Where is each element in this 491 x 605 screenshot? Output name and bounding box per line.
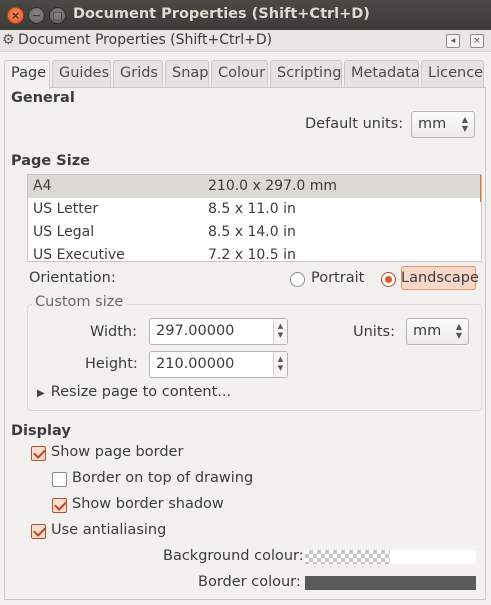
landscape-radio[interactable] [381, 272, 396, 287]
orientation-label: Orientation: [29, 270, 116, 286]
portrait-label[interactable]: Portrait [311, 270, 364, 286]
units-label: Units: [353, 324, 395, 340]
height-label: Height: [85, 356, 138, 372]
spin-arrows-icon[interactable]: ▲ ▼ [273, 352, 287, 377]
portrait-radio[interactable] [290, 272, 305, 287]
default-units-select[interactable]: mm ▲ ▼ [411, 111, 475, 138]
page-size-dimensions: 7.2 x 10.5 in [208, 247, 296, 262]
expander-arrow-icon: ▶ [37, 388, 45, 399]
page-size-list[interactable]: A4 210.0 x 297.0 mm US Letter 8.5 x 11.0… [27, 174, 482, 262]
width-label: Width: [90, 324, 138, 340]
tab-licence[interactable]: Licence [421, 60, 484, 88]
document-properties-window: × − □ Document Properties (Shift+Ctrl+D)… [0, 0, 491, 605]
custom-size-title: Custom size [32, 294, 127, 310]
show-page-border-checkbox[interactable] [31, 446, 46, 461]
tab-metadata[interactable]: Metadata [344, 60, 420, 88]
spin-arrows-icon: ▲ ▼ [455, 322, 462, 340]
minimize-icon: − [31, 9, 42, 22]
tab-colour[interactable]: Colour [211, 60, 268, 88]
border-colour-label: Border colour: [198, 574, 301, 590]
dock-close-button[interactable]: × [470, 34, 484, 48]
page-size-name: A4 [33, 178, 52, 194]
show-border-shadow-label[interactable]: Show border shadow [72, 496, 224, 512]
default-units-label: Default units: [305, 116, 404, 132]
tab-grids[interactable]: Grids [113, 60, 163, 88]
page-size-name: US Executive [33, 247, 125, 262]
page-size-row[interactable]: US Legal 8.5 x 14.0 in [28, 221, 481, 244]
minimize-window-button[interactable]: − [28, 7, 45, 24]
show-page-border-label[interactable]: Show page border [51, 444, 183, 460]
maximize-window-button[interactable]: □ [49, 7, 66, 24]
page-size-dimensions: 8.5 x 11.0 in [208, 201, 296, 217]
page-tab-panel: General Default units: mm ▲ ▼ Page Size A… [4, 87, 486, 600]
maximize-icon: □ [52, 9, 63, 22]
background-colour-label: Background colour: [163, 548, 304, 564]
page-size-name: US Letter [33, 201, 99, 217]
height-value: 210.00000 [156, 356, 235, 372]
page-size-heading: Page Size [11, 153, 90, 169]
page-size-dimensions: 210.0 x 297.0 mm [208, 178, 338, 194]
units-value: mm [413, 323, 442, 339]
page-size-dimensions: 8.5 x 14.0 in [208, 224, 296, 240]
page-size-row[interactable]: A4 210.0 x 297.0 mm [28, 175, 481, 202]
tab-guides[interactable]: Guides [52, 60, 111, 88]
tab-snap[interactable]: Snap [165, 60, 209, 88]
tab-scripting[interactable]: Scripting [270, 60, 342, 88]
page-size-name: US Legal [33, 224, 95, 240]
border-on-top-checkbox[interactable] [52, 472, 67, 487]
display-heading: Display [11, 423, 71, 439]
landscape-label[interactable]: Landscape [401, 270, 479, 286]
gear-icon: ⚙ [2, 32, 15, 48]
dock-iconify-button[interactable]: ◂ [446, 34, 460, 48]
background-colour-opaque [390, 550, 476, 564]
title-bar: × − □ Document Properties (Shift+Ctrl+D) [0, 0, 491, 30]
window-title: Document Properties (Shift+Ctrl+D) [73, 6, 370, 22]
spin-arrows-icon: ▲ ▼ [461, 115, 468, 133]
use-antialiasing-label[interactable]: Use antialiasing [51, 522, 166, 538]
border-on-top-label[interactable]: Border on top of drawing [72, 470, 253, 486]
units-select[interactable]: mm ▲ ▼ [406, 318, 469, 345]
background-colour-button[interactable] [305, 550, 476, 564]
dock-header: ⚙ Document Properties (Shift+Ctrl+D) ◂ × [0, 30, 491, 52]
spin-arrows-icon[interactable]: ▲ ▼ [273, 319, 287, 344]
close-window-button[interactable]: × [7, 7, 24, 24]
width-spinbox[interactable]: 297.00000 ▲ ▼ [149, 318, 288, 345]
tab-page[interactable]: Page [4, 60, 50, 89]
width-value: 297.00000 [156, 323, 235, 339]
tab-bar: Page Guides Grids Snap Colour Scripting … [4, 60, 486, 89]
page-size-row[interactable]: US Letter 8.5 x 11.0 in [28, 198, 481, 221]
page-size-row[interactable]: US Executive 7.2 x 10.5 in [28, 244, 481, 262]
general-heading: General [11, 90, 75, 106]
use-antialiasing-checkbox[interactable] [31, 524, 46, 539]
show-border-shadow-checkbox[interactable] [52, 498, 67, 513]
resize-to-content-label: Resize page to content... [50, 384, 232, 400]
dock-title: Document Properties (Shift+Ctrl+D) [18, 32, 273, 48]
resize-to-content-expander[interactable]: ▶ Resize page to content... [37, 384, 231, 400]
default-units-value: mm [418, 116, 447, 132]
close-icon: × [10, 9, 21, 22]
border-colour-button[interactable] [305, 576, 476, 590]
height-spinbox[interactable]: 210.00000 ▲ ▼ [149, 351, 288, 378]
